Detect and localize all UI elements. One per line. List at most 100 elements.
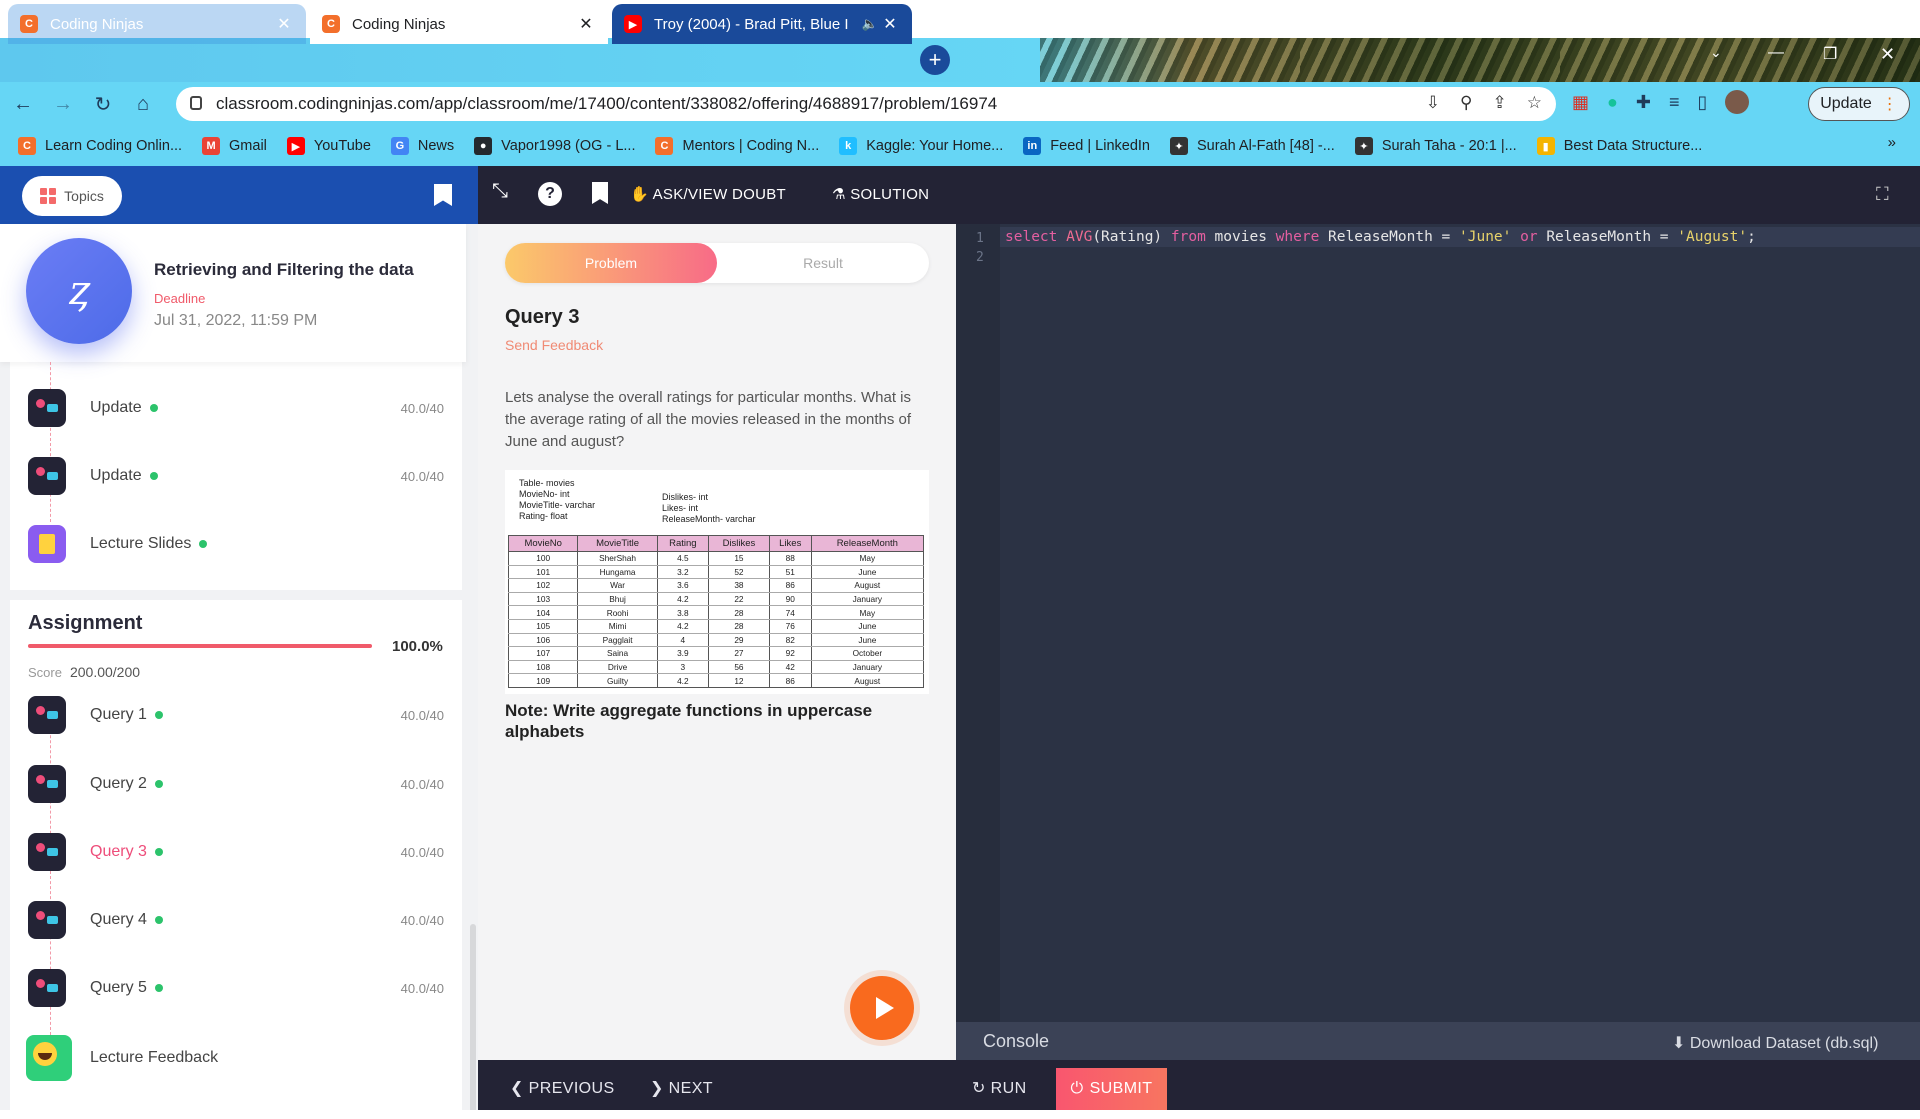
bookmark-label: Kaggle: Your Home... [866, 138, 1004, 154]
play-button[interactable] [850, 976, 914, 1040]
url-bar[interactable]: classroom.codingninjas.com/app/classroom… [176, 87, 1556, 121]
download-dataset-button[interactable]: ⬇ Download Dataset (db.sql) [1672, 1033, 1878, 1053]
assignment-title: Assignment [28, 612, 143, 634]
bookmark-label: Mentors | Coding N... [682, 138, 820, 154]
bookmark-item[interactable]: ▶ YouTube [286, 137, 371, 155]
help-icon[interactable]: ? [538, 182, 562, 206]
list-item-query-1[interactable]: Query 1 40.0/40 [28, 695, 448, 735]
table-cell: 88 [768, 551, 812, 566]
sidebar-scrollbar[interactable] [470, 924, 476, 1114]
grammarly-icon[interactable]: ● [1607, 92, 1618, 113]
back-icon[interactable]: ← [6, 93, 40, 116]
puzzle-icon[interactable]: ✚ [1636, 92, 1651, 113]
submit-button[interactable]: ⏻ SUBMIT [1056, 1068, 1167, 1110]
list-item-query-3-active[interactable]: Query 3 40.0/40 [28, 832, 448, 872]
wallpaper-palm [1040, 38, 1300, 82]
previous-button[interactable]: ❮ PREVIOUS [510, 1078, 615, 1098]
topics-button[interactable]: Topics [22, 176, 122, 216]
window-bottom-strip [0, 1110, 1920, 1119]
window-close-icon[interactable]: ✕ [1880, 44, 1895, 65]
bookmark-item[interactable]: ● Vapor1998 (OG - L... [474, 137, 635, 155]
bookmark-item[interactable]: M Gmail [202, 137, 267, 155]
share-icon[interactable]: ⇪ [1493, 93, 1507, 113]
bookmark-item[interactable]: G News [390, 137, 454, 155]
item-score: 40.0/40 [400, 707, 444, 723]
table-header-cell: Likes [768, 535, 812, 552]
home-icon[interactable]: ⌂ [126, 93, 160, 116]
bookmark-item[interactable]: C Learn Coding Onlin... [18, 137, 182, 155]
bookmark-item[interactable]: ✦ Surah Taha - 20:1 |... [1354, 137, 1517, 155]
list-item[interactable]: Update 40.0/40 [28, 388, 448, 428]
list-item[interactable]: Update 40.0/40 [28, 456, 448, 496]
expand-icon[interactable]: ⤡ [492, 180, 508, 203]
minimize-icon[interactable]: — [1768, 44, 1784, 62]
item-label: Query 4 [90, 911, 147, 928]
code-line-1[interactable]: select AVG(Rating) from movies where Rel… [1005, 229, 1756, 245]
table-row: 100 SherShah 4.5 15 88 May [507, 551, 925, 566]
item-label: Query 5 [90, 979, 147, 996]
zoom-icon[interactable]: ⚲ [1460, 93, 1472, 113]
restore-icon[interactable]: ❐ [1823, 44, 1837, 64]
browser-tab-1[interactable]: C Coding Ninjas ✕ [8, 4, 306, 44]
item-score: 40.0/40 [400, 776, 444, 792]
more-bookmarks-icon[interactable]: » [1888, 134, 1896, 151]
assignment-progress-bar [28, 644, 372, 648]
list-item-query-2[interactable]: Query 2 40.0/40 [28, 764, 448, 804]
table-cell: 38 [708, 578, 770, 593]
speaker-icon[interactable]: 🔈 [860, 16, 880, 32]
table-cell: 104 [507, 605, 579, 620]
ask-doubt-button[interactable]: ✋ ASK/VIEW DOUBT [630, 185, 786, 203]
update-label: Update [1820, 95, 1872, 112]
table-cell: Saina [577, 646, 658, 661]
bookmark-item[interactable]: k Kaggle: Your Home... [839, 137, 1003, 155]
menu-dots-icon[interactable]: ⋮ [1882, 94, 1898, 114]
extension-badge-icon[interactable]: ▦ [1572, 92, 1589, 113]
topics-label: Topics [64, 188, 104, 204]
list-item-lecture-feedback[interactable]: Lecture Feedback [26, 1035, 446, 1081]
browser-tab-3[interactable]: ▶ Troy (2004) - Brad Pitt, Blue I 🔈 ✕ [612, 4, 912, 44]
install-icon[interactable]: ⇩ [1426, 93, 1440, 113]
tab-result[interactable]: Result [718, 243, 928, 283]
table-cell: 90 [768, 592, 812, 607]
new-tab-button[interactable]: + [920, 45, 950, 75]
next-button[interactable]: ❯ NEXT [650, 1078, 713, 1098]
list-item-query-4[interactable]: Query 4 40.0/40 [28, 900, 448, 940]
table-cell: War [577, 578, 658, 593]
send-feedback-link[interactable]: Send Feedback [505, 337, 603, 353]
tab-search-icon[interactable]: ⌄ [1710, 44, 1722, 61]
table-cell: 103 [507, 592, 579, 607]
avatar[interactable] [1725, 90, 1750, 114]
browser-tab-2-active[interactable]: C Coding Ninjas ✕ [310, 4, 608, 44]
close-icon[interactable]: ✕ [576, 14, 596, 34]
code-editor[interactable] [956, 224, 1920, 1022]
update-button[interactable]: Update ⋮ [1808, 87, 1910, 121]
fullscreen-icon[interactable]: ⛶ [1876, 184, 1889, 205]
table-cell: 3.9 [656, 646, 710, 661]
bookmark-label: Feed | LinkedIn [1050, 138, 1150, 154]
table-row: 103 Bhuj 4.2 22 90 January [507, 592, 925, 607]
list-item[interactable]: Lecture Slides [28, 524, 448, 564]
star-icon[interactable]: ☆ [1527, 93, 1542, 113]
bookmark-item[interactable]: C Mentors | Coding N... [655, 137, 819, 155]
run-button[interactable]: ↻ RUN [972, 1078, 1027, 1098]
code-token: AVG [1066, 229, 1093, 245]
close-icon[interactable]: ✕ [274, 14, 294, 34]
close-icon[interactable]: ✕ [880, 14, 900, 34]
forward-icon[interactable]: → [46, 93, 80, 116]
media-icon[interactable]: ≡ [1669, 92, 1680, 113]
tab-problem[interactable]: Problem [505, 243, 717, 283]
bookmark-item[interactable]: in Feed | LinkedIn [1023, 137, 1150, 155]
solution-button[interactable]: ⚗ SOLUTION [832, 185, 929, 203]
table-cell: 108 [507, 660, 579, 675]
list-item-query-5[interactable]: Query 5 40.0/40 [28, 968, 448, 1008]
code-token: ReleaseMonth = [1328, 229, 1459, 245]
code-content-icon [28, 969, 66, 1007]
table-cell: 4.2 [656, 592, 710, 607]
bookmark-favicon-icon: C [655, 137, 674, 155]
bookmark-item[interactable]: ▮ Best Data Structure... [1536, 137, 1702, 155]
side-panel-icon[interactable]: ▯ [1698, 92, 1708, 113]
bookmark-item[interactable]: ✦ Surah Al-Fath [48] -... [1169, 137, 1335, 155]
wallpaper-palm [1560, 38, 1920, 82]
console-label[interactable]: Console [983, 1031, 1049, 1052]
reload-icon[interactable]: ↻ [86, 92, 120, 117]
